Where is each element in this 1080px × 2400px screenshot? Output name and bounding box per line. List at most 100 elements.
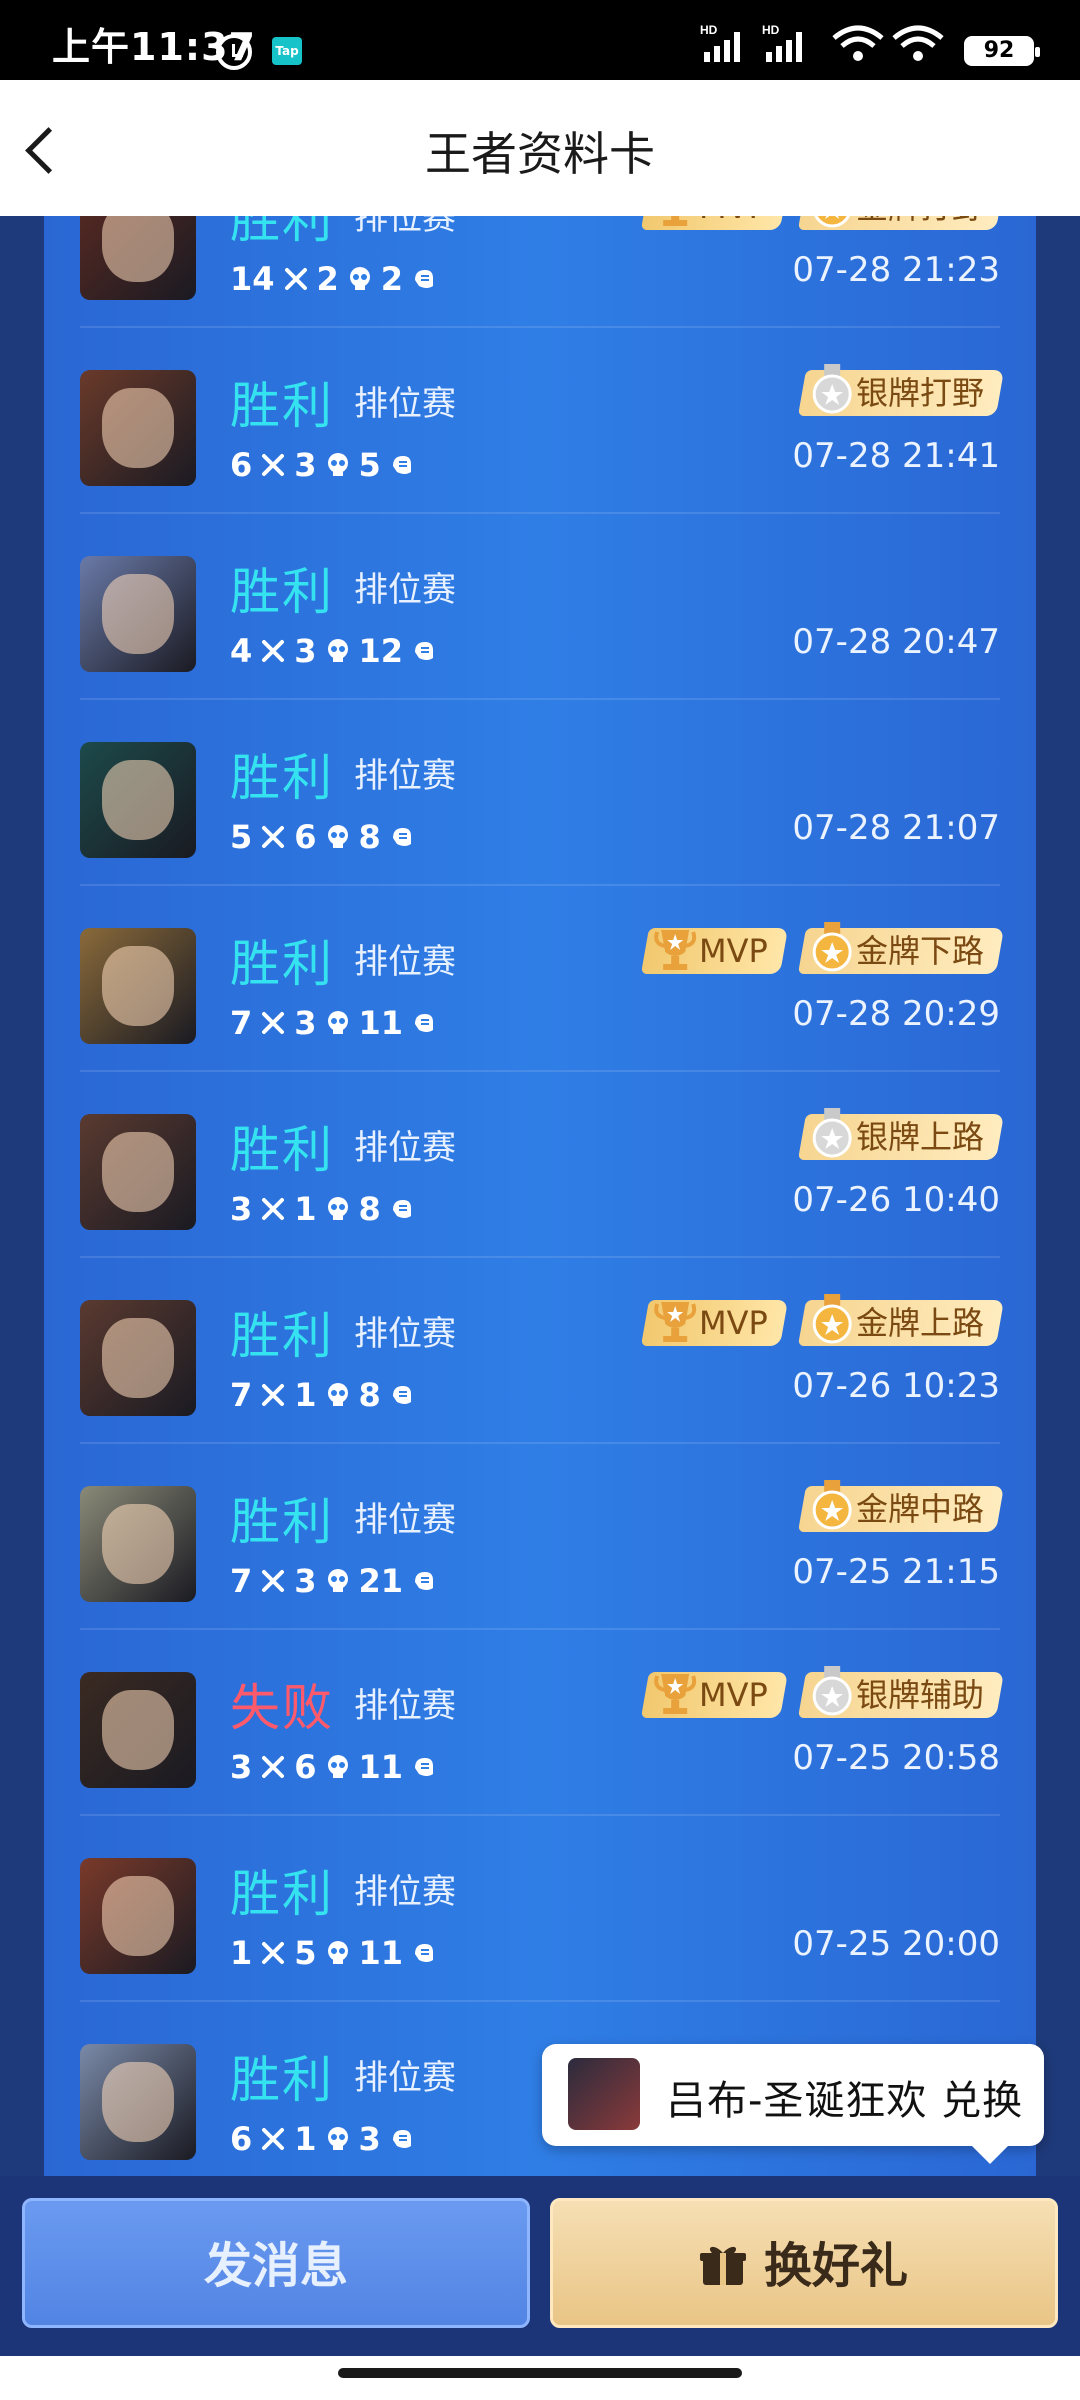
hero-avatar[interactable]	[80, 1486, 196, 1602]
match-mode: 排位赛	[354, 1500, 456, 1540]
taptap-icon: Tap	[272, 37, 302, 65]
match-row[interactable]: 胜利 排位赛 1 5 11 07-25 20:00	[80, 1816, 1000, 2002]
assist-hand-icon	[392, 828, 411, 846]
hero-avatar[interactable]	[80, 1858, 196, 1974]
badge-label: 金牌中路	[855, 1490, 984, 1528]
kda-stats: 5 6 8	[230, 818, 415, 856]
match-badges: MVP 金牌打野	[641, 216, 1005, 230]
death-skull-icon	[327, 1197, 348, 1220]
match-row[interactable]: 胜利 排位赛 7 1 8 MVP 金牌上路 07-26 10:23	[80, 1258, 1005, 1444]
hero-avatar[interactable]	[80, 1672, 196, 1788]
match-badges: MVP 银牌辅助	[641, 1666, 1005, 1718]
kill-icon	[262, 1198, 285, 1220]
deaths-count: 1	[294, 2120, 317, 2158]
status-icons: HD HD 92	[700, 0, 1080, 80]
deaths-count: 6	[294, 818, 317, 856]
hero-avatar[interactable]	[80, 1300, 196, 1416]
match-row[interactable]: 胜利 排位赛 5 6 8 07-28 21:07	[80, 700, 1000, 886]
match-time: 07-28 20:47	[792, 622, 1000, 662]
medal-badge: 银牌打野	[797, 364, 1005, 416]
kda-stats: 7 3 11	[230, 1004, 437, 1042]
kills-count: 7	[230, 1562, 253, 1600]
death-skull-icon	[349, 267, 370, 290]
match-time: 07-28 20:29	[792, 994, 1000, 1034]
match-row[interactable]: 失败 排位赛 3 6 11 MVP 银牌辅助 07-25 20:58	[80, 1630, 1005, 1816]
match-time: 07-28 21:23	[792, 250, 1000, 290]
mvp-trophy-icon	[663, 216, 688, 226]
badge-label: MVP	[699, 1304, 768, 1342]
medal-icon	[812, 1666, 852, 1716]
death-skull-icon	[327, 1383, 348, 1406]
kill-icon	[262, 1942, 285, 1964]
match-mode: 排位赛	[354, 942, 456, 982]
kills-count: 14	[230, 260, 275, 298]
assists-count: 21	[358, 1562, 404, 1600]
kill-icon	[262, 640, 285, 662]
match-result: 胜利	[230, 377, 334, 435]
badge-label: 金牌打野	[856, 216, 984, 230]
match-row[interactable]: 胜利 排位赛 3 1 8 银牌上路 07-26 10:40	[80, 1072, 1005, 1258]
mvp-trophy-icon	[654, 930, 697, 970]
assists-count: 8	[358, 818, 381, 856]
kda-stats: 3 6 11	[230, 1748, 437, 1786]
assists-count: 3	[358, 2120, 381, 2158]
match-row[interactable]: 胜利 排位赛 7 3 11 MVP 金牌下路 07-28 20:29	[80, 886, 1005, 1072]
send-message-button[interactable]: 发消息	[22, 2198, 530, 2328]
death-skull-icon	[327, 453, 348, 476]
medal-icon	[812, 1108, 852, 1158]
assist-hand-icon	[392, 1200, 411, 1218]
match-mode: 排位赛	[354, 216, 456, 238]
match-mode: 排位赛	[354, 1314, 456, 1354]
assist-hand-icon	[392, 456, 411, 474]
hero-avatar[interactable]	[80, 742, 196, 858]
kills-count: 6	[230, 2120, 253, 2158]
match-row[interactable]: 胜利 排位赛 6 3 5 银牌打野 07-28 21:41	[80, 328, 1005, 514]
kill-icon	[262, 1012, 285, 1034]
redeem-gift-label: 换好礼	[763, 2238, 908, 2294]
mvp-badge: MVP	[641, 928, 789, 974]
match-time: 07-26 10:23	[792, 1366, 1000, 1406]
medal-badge: 金牌中路	[797, 1480, 1005, 1532]
kills-count: 3	[230, 1190, 253, 1228]
send-message-label: 发消息	[203, 2238, 348, 2294]
assist-hand-icon	[415, 270, 434, 288]
match-result: 胜利	[230, 1865, 334, 1923]
match-row[interactable]: 胜利 排位赛 7 3 21 金牌中路 07-25 21:15	[80, 1444, 1005, 1630]
kda-stats: 7 3 21	[230, 1562, 437, 1600]
hero-avatar[interactable]	[80, 928, 196, 1044]
assist-hand-icon	[392, 1386, 411, 1404]
status-bar: 上午11:37 Tap HD HD 92	[0, 0, 1080, 80]
medal-badge: 金牌上路	[797, 1294, 1005, 1346]
hero-avatar[interactable]	[80, 2044, 196, 2160]
bottom-action-bar: 发消息 换好礼	[0, 2176, 1080, 2356]
redeem-gift-button[interactable]: 换好礼	[550, 2198, 1058, 2328]
hero-avatar[interactable]	[80, 216, 196, 300]
wifi-1-icon	[832, 25, 884, 61]
hero-avatar[interactable]	[80, 556, 196, 672]
kda-stats: 1 5 11	[230, 1934, 437, 1972]
mvp-trophy-icon	[654, 1302, 697, 1342]
match-mode: 排位赛	[354, 1872, 456, 1912]
match-row[interactable]: 胜利排位赛 14 2 2 MVP 金牌打野 07-28 21:23	[80, 216, 1005, 328]
kills-count: 4	[230, 632, 253, 670]
match-history-area[interactable]: 胜利排位赛1422MVP金牌打野07-28 21:23胜利排位赛635银牌打野0…	[0, 216, 1080, 2176]
deaths-count: 1	[294, 1190, 317, 1228]
badge-label: 金牌下路	[855, 932, 984, 970]
exchange-toast[interactable]: 吕布-圣诞狂欢 兑换	[542, 2044, 1044, 2164]
hero-avatar[interactable]	[80, 370, 196, 486]
match-list[interactable]: 胜利排位赛1422MVP金牌打野07-28 21:23胜利排位赛635银牌打野0…	[44, 216, 1036, 2176]
assists-count: 2	[380, 260, 404, 298]
badge-label: 银牌上路	[855, 1118, 984, 1156]
badge-label: 金牌上路	[855, 1304, 984, 1342]
match-row[interactable]: 胜利 排位赛 4 3 12 07-28 20:47	[80, 514, 1000, 700]
wifi-2-icon	[892, 25, 944, 61]
match-result: 胜利	[230, 216, 334, 249]
medal-icon	[812, 364, 852, 414]
home-indicator[interactable]	[338, 2368, 742, 2378]
toast-skin-avatar	[568, 2058, 640, 2130]
hero-avatar[interactable]	[80, 1114, 196, 1230]
match-mode: 排位赛	[354, 756, 456, 796]
badge-label: 银牌辅助	[855, 1676, 984, 1714]
assist-hand-icon	[392, 2130, 411, 2148]
kills-count: 6	[230, 446, 253, 484]
